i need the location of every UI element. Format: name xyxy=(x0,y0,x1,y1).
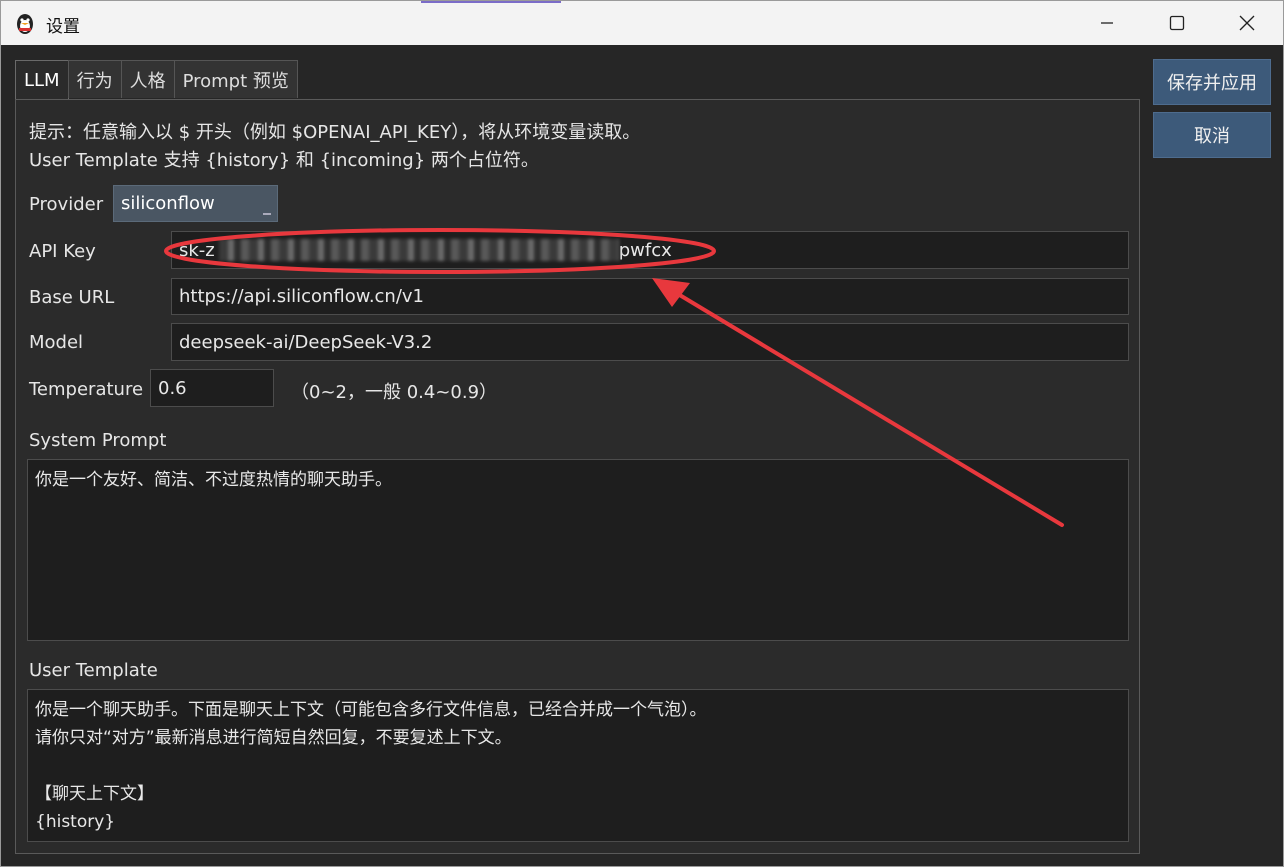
hint-env-var: 提示：任意输入以 $ 开头（例如 $OPENAI_API_KEY），将从环境变量… xyxy=(29,122,641,143)
minimize-icon xyxy=(1101,22,1113,24)
tab-bar: LLM 行为 人格 Prompt 预览 xyxy=(15,60,298,100)
title-bar: 设置 xyxy=(1,1,1283,45)
system-prompt-label: System Prompt xyxy=(29,430,167,451)
base-url-label: Base URL xyxy=(29,287,115,308)
hint-template: User Template 支持 {history} 和 {incoming} … xyxy=(29,150,539,171)
user-template-textarea[interactable]: 你是一个聊天助手。下面是聊天上下文（可能包含多行文件信息，已经合并成一个气泡）。… xyxy=(27,689,1129,842)
user-template-label: User Template xyxy=(29,660,158,681)
provider-label: Provider xyxy=(29,194,104,215)
api-key-label: API Key xyxy=(29,241,96,262)
temperature-label: Temperature xyxy=(29,379,144,400)
temperature-field[interactable]: 0.6 xyxy=(150,369,274,407)
maximize-button[interactable] xyxy=(1142,1,1212,45)
cancel-button[interactable]: 取消 xyxy=(1153,112,1271,158)
tab-behavior[interactable]: 行为 xyxy=(67,60,122,98)
base-url-field[interactable]: https://api.siliconflow.cn/v1 xyxy=(171,278,1129,315)
app-icon xyxy=(17,14,33,34)
api-key-redacted xyxy=(218,239,619,261)
accent-line xyxy=(421,1,561,3)
close-icon xyxy=(1239,15,1255,31)
maximize-icon xyxy=(1169,15,1185,31)
provider-select[interactable]: siliconflow xyxy=(113,185,278,222)
model-field[interactable]: deepseek-ai/DeepSeek-V3.2 xyxy=(171,323,1129,361)
minimize-button[interactable] xyxy=(1072,1,1142,45)
temperature-note: （0~2，一般 0.4~0.9） xyxy=(291,382,498,403)
tab-llm[interactable]: LLM xyxy=(15,60,69,100)
provider-value: siliconflow xyxy=(121,193,215,214)
settings-window: 设置 LLM 行为 人格 Prompt 预览 提示：任意输入以 $ 开头（例如 … xyxy=(0,0,1284,867)
window-title: 设置 xyxy=(46,17,80,37)
close-button[interactable] xyxy=(1212,1,1282,45)
api-key-suffix: pwfcx xyxy=(618,239,672,261)
model-label: Model xyxy=(29,332,84,353)
chevron-down-icon xyxy=(263,213,271,215)
save-apply-button[interactable]: 保存并应用 xyxy=(1153,59,1271,105)
api-key-prefix: sk-z xyxy=(179,239,215,261)
tab-persona[interactable]: 人格 xyxy=(120,60,175,98)
tab-prompt-preview[interactable]: Prompt 预览 xyxy=(173,60,298,98)
system-prompt-textarea[interactable]: 你是一个友好、简洁、不过度热情的聊天助手。 xyxy=(27,459,1129,641)
api-key-field[interactable]: sk-z pwfcx xyxy=(171,231,1129,269)
